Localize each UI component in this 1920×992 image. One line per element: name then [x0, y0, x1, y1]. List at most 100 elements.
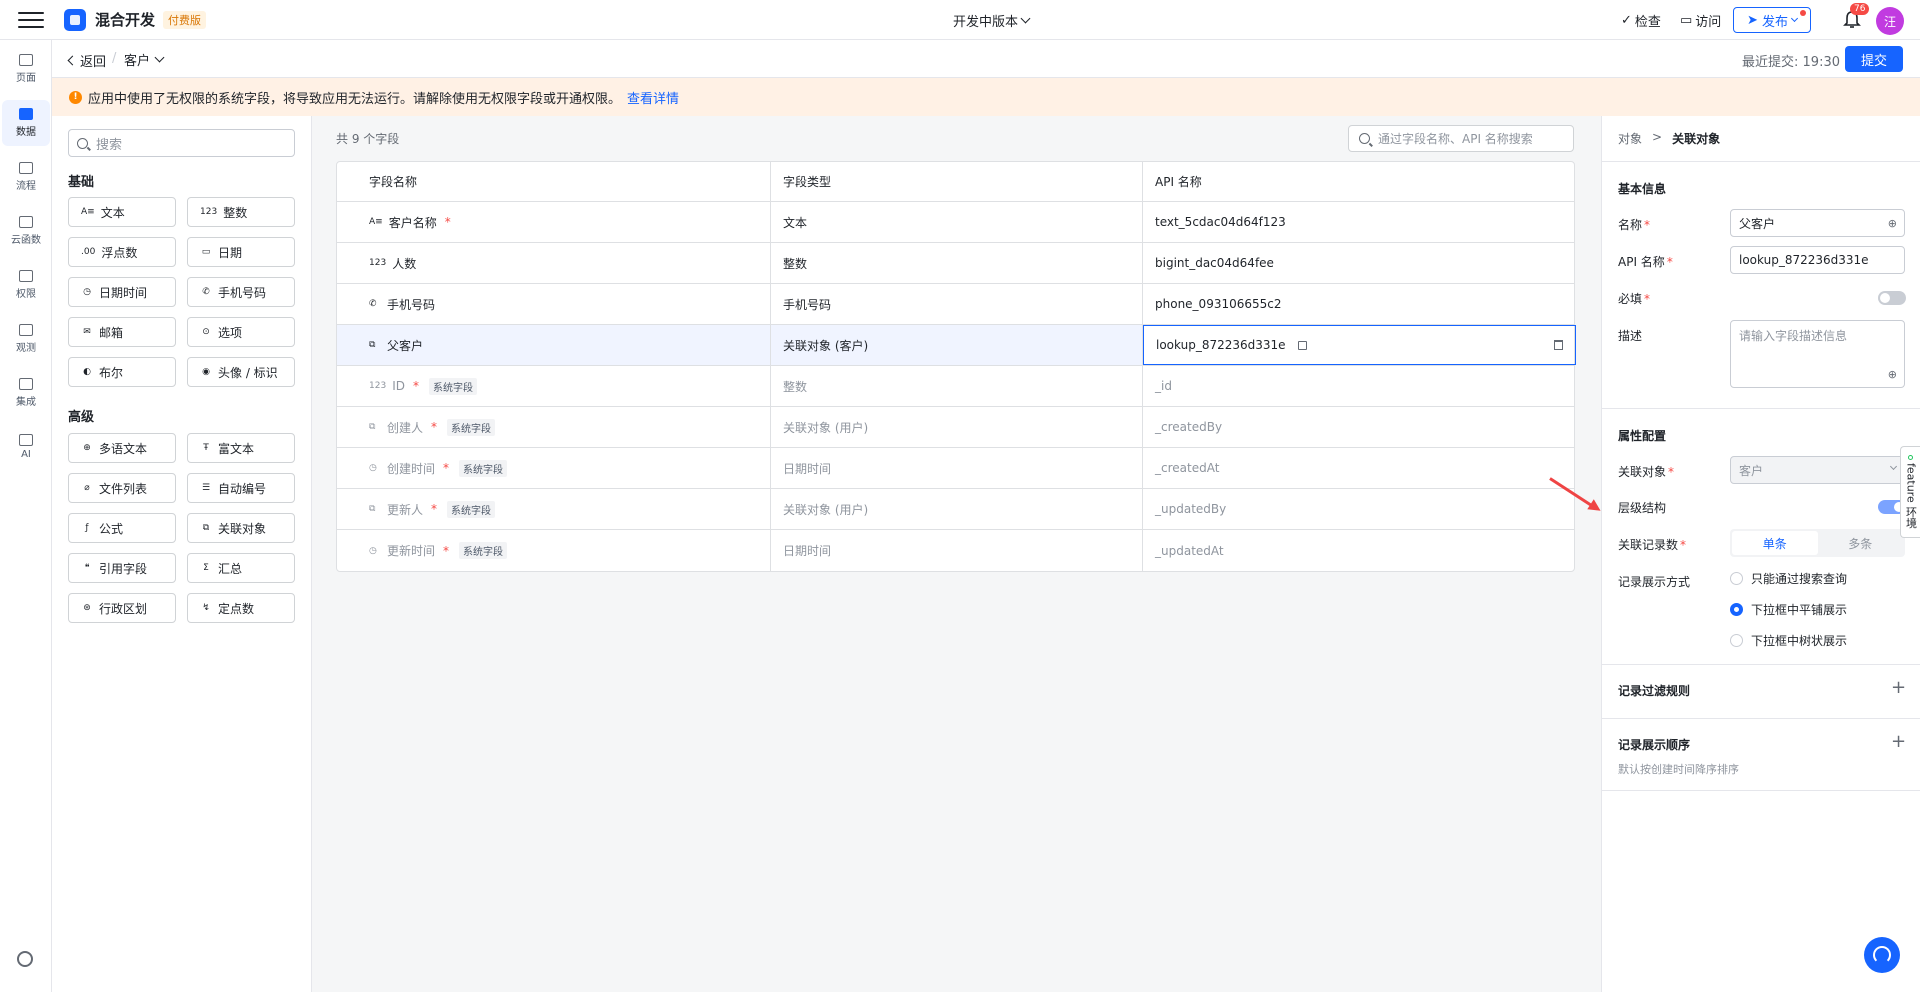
- help-button[interactable]: [1864, 937, 1900, 973]
- submit-button[interactable]: 提交: [1845, 46, 1903, 72]
- field-type-chip[interactable]: ⌀ 文件列表: [68, 473, 176, 503]
- field-type-icon: ⌀: [84, 483, 90, 493]
- table-row[interactable]: ⋮⋮⧉父客户关联对象 (客户)lookup_872236d331e: [337, 325, 1576, 366]
- field-type-label: 汇总: [218, 561, 243, 576]
- required-toggle[interactable]: [1878, 291, 1906, 305]
- display-option-flat[interactable]: 下拉框中平铺展示: [1730, 601, 1847, 618]
- field-type-icon: ◷: [369, 545, 377, 556]
- flow-icon: [19, 162, 33, 174]
- api-name-cell: _id: [1143, 366, 1576, 406]
- divider: [1602, 664, 1920, 665]
- globe-icon[interactable]: ⊕: [1888, 368, 1897, 381]
- segment-single[interactable]: 单条: [1732, 531, 1818, 555]
- segment-multi[interactable]: 多条: [1818, 531, 1904, 555]
- table-search-input[interactable]: 通过字段名称、API 名称搜索: [1348, 125, 1574, 152]
- nav-item-permissions[interactable]: 权限: [2, 262, 50, 308]
- field-type-icon: Σ: [203, 563, 209, 573]
- field-type-chip[interactable]: ⊙ 选项: [187, 317, 295, 347]
- send-icon: ➤: [1747, 12, 1758, 28]
- field-name: 创建人: [387, 420, 424, 435]
- system-field-tag: 系统字段: [447, 418, 496, 436]
- nav-label: 云函数: [11, 235, 41, 246]
- field-type-chip[interactable]: ✆ 手机号码: [187, 277, 295, 307]
- divider: [1602, 718, 1920, 719]
- nav-label: AI: [21, 449, 31, 460]
- trash-icon[interactable]: [1554, 340, 1563, 350]
- api-name-input[interactable]: lookup_872236d331e: [1730, 246, 1905, 274]
- description-textarea[interactable]: 请输入字段描述信息 ⊕: [1730, 320, 1905, 388]
- back-button[interactable]: 返回: [67, 51, 106, 70]
- nav-item-pages[interactable]: 页面: [2, 46, 50, 92]
- display-mode-label: 记录展示方式: [1618, 575, 1691, 589]
- field-type-chip[interactable]: A≡ 文本: [68, 197, 176, 227]
- table-row[interactable]: ✆ 手机号码 手机号码 phone_093106655c2: [337, 284, 1574, 325]
- field-type-chip[interactable]: ▭ 日期: [187, 237, 295, 267]
- nav-item-observe[interactable]: 观测: [2, 316, 50, 362]
- field-type-chip[interactable]: ◐ 布尔: [68, 357, 176, 387]
- display-option-tree[interactable]: 下拉框中树状展示: [1730, 632, 1847, 649]
- cube-icon: [19, 378, 33, 390]
- warning-text: 应用中使用了无权限的系统字段，将导致应用无法运行。请解除使用无权限字段或开通权限…: [88, 91, 622, 107]
- table-row[interactable]: 123 ID * 系统字段 整数 _id: [337, 366, 1574, 407]
- field-type-chip[interactable]: ⊛ 行政区划: [68, 593, 176, 623]
- field-search-input[interactable]: 搜索: [68, 129, 295, 157]
- menu-icon[interactable]: [18, 10, 44, 30]
- table-row[interactable]: A≡ 客户名称 * 文本 text_5cdac04d64f123: [337, 202, 1574, 243]
- name-input[interactable]: 父客户 ⊕: [1730, 209, 1905, 237]
- field-type-icon: ƒ: [85, 523, 89, 533]
- visit-button[interactable]: ▭ 访问: [1680, 11, 1721, 30]
- nav-item-integration[interactable]: 集成: [2, 370, 50, 416]
- field-name-cell: 123 ID * 系统字段: [337, 366, 771, 406]
- nav-item-data[interactable]: 数据: [2, 100, 50, 146]
- table-row[interactable]: 123 人数 整数 bigint_dac04d64fee: [337, 243, 1574, 284]
- environment-tab[interactable]: feature 环境: [1900, 446, 1920, 538]
- required-mark: *: [412, 379, 419, 393]
- chevron-down-icon: [1020, 13, 1031, 24]
- link-object-select: 客户: [1730, 456, 1905, 484]
- required-mark: *: [431, 502, 438, 516]
- globe-icon[interactable]: ⊕: [1888, 217, 1897, 230]
- field-type-chip[interactable]: ❝ 引用字段: [68, 553, 176, 583]
- table-row[interactable]: ⧉ 更新人 * 系统字段 关联对象 (用户) _updatedBy: [337, 489, 1574, 530]
- gear-icon[interactable]: [17, 951, 33, 967]
- field-type-chip[interactable]: Σ 汇总: [187, 553, 295, 583]
- version-selector[interactable]: 开发中版本: [953, 11, 1031, 30]
- avatar[interactable]: 汪: [1876, 7, 1904, 35]
- field-type-label: 定点数: [218, 601, 255, 616]
- record-count-segmented[interactable]: 单条 多条: [1730, 529, 1905, 557]
- field-type-chip[interactable]: 123 整数: [187, 197, 295, 227]
- field-type-chip[interactable]: ◉ 头像 / 标识: [187, 357, 295, 387]
- table-row[interactable]: ◷ 创建时间 * 系统字段 日期时间 _createdAt: [337, 448, 1574, 489]
- api-name: lookup_872236d331e: [1156, 338, 1286, 352]
- field-type-chip[interactable]: ✉ 邮箱: [68, 317, 176, 347]
- field-type-chip[interactable]: ↯ 定点数: [187, 593, 295, 623]
- inspect-button[interactable]: ✓ 检查: [1621, 11, 1661, 30]
- system-field-tag: 系统字段: [447, 500, 496, 518]
- nav-item-ai[interactable]: AI: [2, 424, 50, 470]
- table-row[interactable]: ◷ 更新时间 * 系统字段 日期时间 _updatedAt: [337, 530, 1574, 571]
- last-commit-label: 最近提交:: [1742, 55, 1799, 70]
- field-type-chip[interactable]: Ŧ 富文本: [187, 433, 295, 463]
- field-type-chip[interactable]: ⊕ 多语文本: [68, 433, 176, 463]
- field-type-chip[interactable]: .00 浮点数: [68, 237, 176, 267]
- field-type-label: 自动编号: [218, 481, 267, 496]
- add-filter-icon[interactable]: +: [1891, 677, 1906, 698]
- field-type-chip[interactable]: ⧉ 关联对象: [187, 513, 295, 543]
- nav-label: 集成: [16, 397, 36, 408]
- field-type-chip[interactable]: ƒ 公式: [68, 513, 176, 543]
- table-row[interactable]: ⧉ 创建人 * 系统字段 关联对象 (用户) _createdBy: [337, 407, 1574, 448]
- crumb-parent[interactable]: 对象: [1618, 130, 1642, 147]
- nav-item-functions[interactable]: 云函数: [2, 208, 50, 254]
- field-type-icon: A≡: [369, 217, 383, 227]
- link-object-value: 客户: [1739, 463, 1764, 478]
- field-type-chip[interactable]: ☰ 自动编号: [187, 473, 295, 503]
- nav-item-flow[interactable]: 流程: [2, 154, 50, 200]
- add-order-icon[interactable]: +: [1891, 731, 1906, 752]
- field-type-chip[interactable]: ◷ 日期时间: [68, 277, 176, 307]
- display-option-search[interactable]: 只能通过搜索查询: [1730, 570, 1847, 587]
- object-selector[interactable]: 客户: [124, 50, 165, 69]
- copy-icon[interactable]: [1297, 340, 1307, 350]
- view-details-link[interactable]: 查看详情: [627, 88, 679, 107]
- publish-button[interactable]: ➤ 发布: [1733, 7, 1811, 33]
- header-api-name: API 名称: [1155, 175, 1202, 189]
